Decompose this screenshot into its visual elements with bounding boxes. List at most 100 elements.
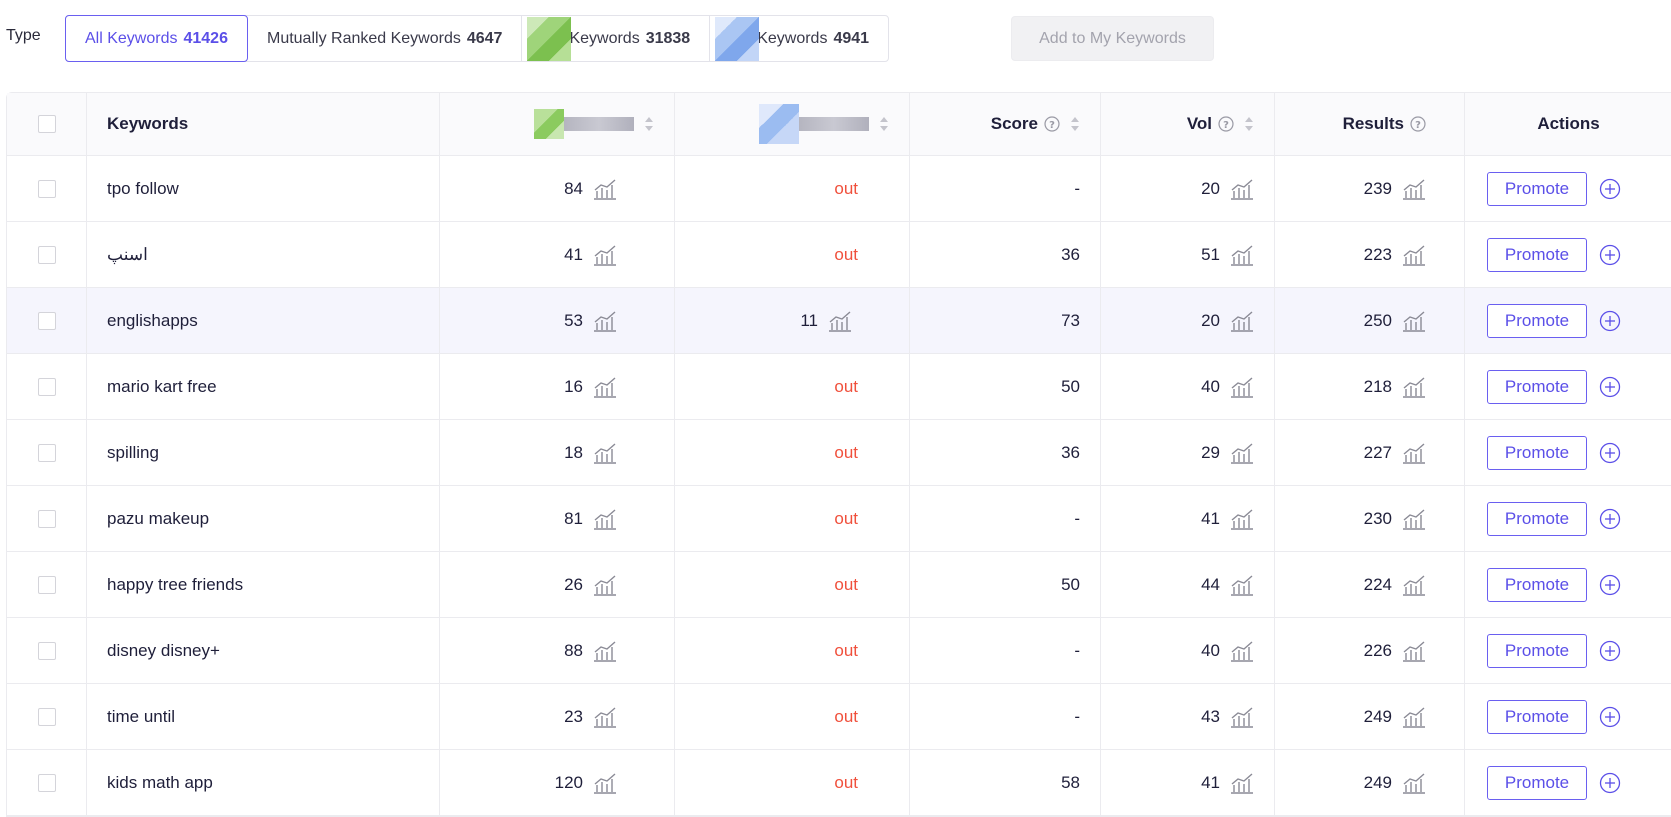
actions-cell: Promote bbox=[1465, 288, 1671, 353]
trend-chart-icon[interactable] bbox=[593, 706, 617, 728]
score-cell: 58 bbox=[910, 750, 1101, 815]
trend-chart-icon[interactable] bbox=[1230, 772, 1254, 794]
add-keyword-icon[interactable] bbox=[1599, 442, 1621, 464]
sort-icon[interactable] bbox=[1244, 115, 1254, 133]
promote-button[interactable]: Promote bbox=[1487, 435, 1587, 470]
row-checkbox[interactable] bbox=[37, 575, 56, 594]
app-a-rank: 120 bbox=[554, 772, 583, 792]
trend-chart-icon[interactable] bbox=[1230, 310, 1254, 332]
select-all-checkbox[interactable] bbox=[37, 115, 56, 133]
promote-button[interactable]: Promote bbox=[1487, 699, 1587, 734]
tab-app-b-keywords[interactable]: Keywords 4941 bbox=[710, 16, 888, 61]
trend-chart-icon[interactable] bbox=[593, 772, 617, 794]
promote-button[interactable]: Promote bbox=[1487, 633, 1587, 668]
trend-chart-icon[interactable] bbox=[1230, 640, 1254, 662]
trend-chart-icon[interactable] bbox=[828, 310, 852, 332]
trend-chart-icon[interactable] bbox=[1402, 640, 1426, 662]
promote-button[interactable]: Promote bbox=[1487, 567, 1587, 602]
add-keyword-icon[interactable] bbox=[1599, 574, 1621, 596]
trend-chart-icon[interactable] bbox=[593, 310, 617, 332]
trend-chart-icon[interactable] bbox=[1230, 244, 1254, 266]
trend-chart-icon[interactable] bbox=[593, 574, 617, 596]
promote-button[interactable]: Promote bbox=[1487, 171, 1587, 206]
promote-button[interactable]: Promote bbox=[1487, 237, 1587, 272]
trend-chart-icon[interactable] bbox=[1230, 706, 1254, 728]
app-b-rank-cell: out bbox=[675, 618, 910, 683]
row-checkbox[interactable] bbox=[37, 443, 56, 462]
row-checkbox[interactable] bbox=[37, 311, 56, 330]
app-a-name-redacted bbox=[564, 117, 634, 131]
help-icon[interactable]: ? bbox=[1044, 116, 1060, 132]
trend-chart-icon[interactable] bbox=[1230, 178, 1254, 200]
header-app-b[interactable] bbox=[675, 93, 910, 155]
results-value: 226 bbox=[1363, 640, 1392, 660]
add-keyword-icon[interactable] bbox=[1599, 376, 1621, 398]
trend-chart-icon[interactable] bbox=[1230, 376, 1254, 398]
app-b-rank-cell: out bbox=[675, 750, 910, 815]
app-a-icon bbox=[527, 16, 572, 61]
row-checkbox[interactable] bbox=[37, 707, 56, 726]
row-checkbox[interactable] bbox=[37, 377, 56, 396]
trend-chart-icon[interactable] bbox=[1230, 442, 1254, 464]
add-keyword-icon[interactable] bbox=[1599, 244, 1621, 266]
vol-value: 40 bbox=[1201, 376, 1220, 396]
trend-chart-icon[interactable] bbox=[1402, 772, 1426, 794]
trend-chart-icon[interactable] bbox=[1402, 508, 1426, 530]
trend-chart-icon[interactable] bbox=[593, 178, 617, 200]
score-cell: - bbox=[910, 156, 1101, 221]
results-value: 218 bbox=[1363, 376, 1392, 396]
help-icon[interactable]: ? bbox=[1218, 116, 1234, 132]
promote-button[interactable]: Promote bbox=[1487, 765, 1587, 800]
add-keyword-icon[interactable] bbox=[1599, 178, 1621, 200]
row-checkbox[interactable] bbox=[37, 509, 56, 528]
promote-button[interactable]: Promote bbox=[1487, 369, 1587, 404]
add-keyword-icon[interactable] bbox=[1599, 640, 1621, 662]
trend-chart-icon[interactable] bbox=[1402, 376, 1426, 398]
trend-chart-icon[interactable] bbox=[593, 508, 617, 530]
keyword-type-tabs: All Keywords 41426 Mutually Ranked Keywo… bbox=[65, 15, 890, 62]
trend-chart-icon[interactable] bbox=[593, 640, 617, 662]
row-checkbox[interactable] bbox=[37, 245, 56, 264]
trend-chart-icon[interactable] bbox=[1402, 178, 1426, 200]
add-keyword-icon[interactable] bbox=[1599, 772, 1621, 794]
promote-button[interactable]: Promote bbox=[1487, 303, 1587, 338]
trend-chart-icon[interactable] bbox=[1402, 310, 1426, 332]
row-checkbox[interactable] bbox=[37, 773, 56, 792]
trend-chart-icon[interactable] bbox=[593, 244, 617, 266]
add-keyword-icon[interactable] bbox=[1599, 310, 1621, 332]
add-keyword-icon[interactable] bbox=[1599, 508, 1621, 530]
trend-chart-icon[interactable] bbox=[1230, 574, 1254, 596]
type-label: Type bbox=[6, 27, 41, 44]
trend-chart-icon[interactable] bbox=[1402, 244, 1426, 266]
promote-button[interactable]: Promote bbox=[1487, 501, 1587, 536]
sort-icon[interactable] bbox=[644, 115, 654, 133]
tab-app-a-keywords[interactable]: Keywords 31838 bbox=[522, 16, 711, 61]
row-checkbox[interactable] bbox=[37, 641, 56, 660]
header-app-a[interactable] bbox=[440, 93, 675, 155]
table-header: Keywords Score ? Vol ? Results ? Actions bbox=[7, 93, 1671, 156]
trend-chart-icon[interactable] bbox=[1402, 574, 1426, 596]
help-icon[interactable]: ? bbox=[1410, 116, 1426, 132]
tab-mutually-ranked[interactable]: Mutually Ranked Keywords 4647 bbox=[248, 16, 523, 61]
app-b-rank-cell: out bbox=[675, 486, 910, 551]
row-checkbox-cell bbox=[7, 684, 87, 749]
trend-chart-icon[interactable] bbox=[1230, 508, 1254, 530]
results-cell: 224 bbox=[1275, 552, 1465, 617]
app-b-icon bbox=[715, 16, 760, 61]
add-keyword-icon[interactable] bbox=[1599, 706, 1621, 728]
tab-all-keywords[interactable]: All Keywords 41426 bbox=[65, 15, 248, 62]
vol-cell: 20 bbox=[1101, 156, 1275, 221]
trend-chart-icon[interactable] bbox=[593, 376, 617, 398]
app-a-rank-cell: 84 bbox=[440, 156, 675, 221]
header-score[interactable]: Score ? bbox=[910, 93, 1101, 155]
trend-chart-icon[interactable] bbox=[593, 442, 617, 464]
header-vol[interactable]: Vol ? bbox=[1101, 93, 1275, 155]
add-to-my-keywords-button[interactable]: Add to My Keywords bbox=[1011, 16, 1214, 61]
row-checkbox-cell bbox=[7, 288, 87, 353]
row-checkbox[interactable] bbox=[37, 179, 56, 198]
trend-chart-icon[interactable] bbox=[1402, 442, 1426, 464]
sort-icon[interactable] bbox=[1070, 115, 1080, 133]
sort-icon[interactable] bbox=[879, 115, 889, 133]
vol-cell: 41 bbox=[1101, 750, 1275, 815]
trend-chart-icon[interactable] bbox=[1402, 706, 1426, 728]
